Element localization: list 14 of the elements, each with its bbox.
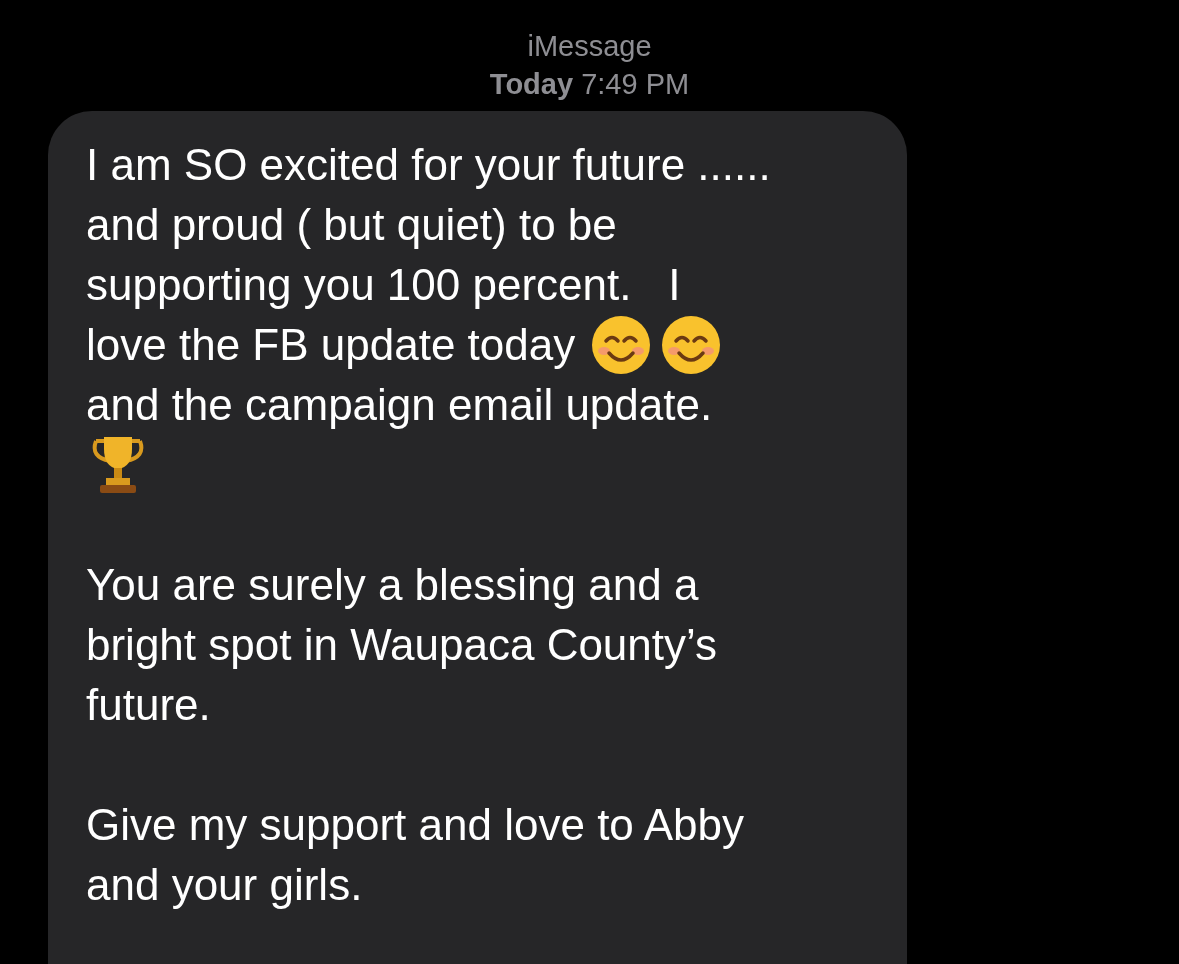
message-text: Give my support and love to Abby bbox=[86, 799, 744, 851]
message-text: supporting you 100 percent. I bbox=[86, 259, 681, 311]
timestamp: Today 7:49 PM bbox=[489, 67, 690, 102]
message-text: You are surely a blessing and a bbox=[86, 559, 699, 611]
message-text: and your girls. bbox=[86, 859, 363, 911]
service-label: iMessage bbox=[527, 29, 652, 64]
message-text: bright spot in Waupaca County’s bbox=[86, 619, 718, 671]
smiling-face-icon bbox=[591, 315, 652, 375]
message-text: I am SO excited for your future ...... bbox=[86, 139, 771, 191]
message-text: and proud ( but quiet) to be bbox=[86, 199, 617, 251]
smiling-face-icon bbox=[661, 315, 722, 375]
message-text: future. bbox=[86, 679, 211, 731]
message-text: and the campaign email update. bbox=[86, 379, 713, 431]
message-text: love the FB update today bbox=[86, 319, 576, 371]
